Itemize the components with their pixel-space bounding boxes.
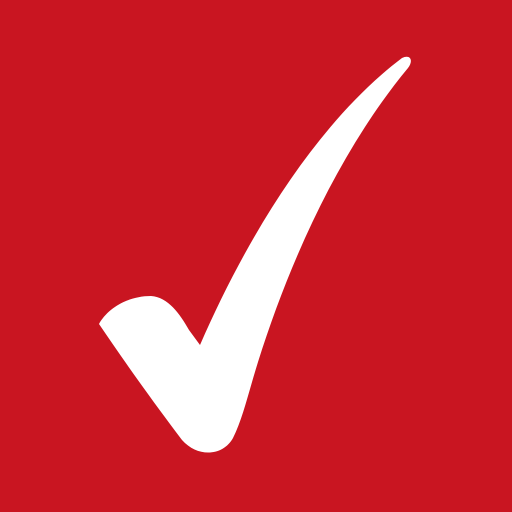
- app-icon-graphic: [0, 0, 512, 512]
- app-icon: [0, 0, 512, 512]
